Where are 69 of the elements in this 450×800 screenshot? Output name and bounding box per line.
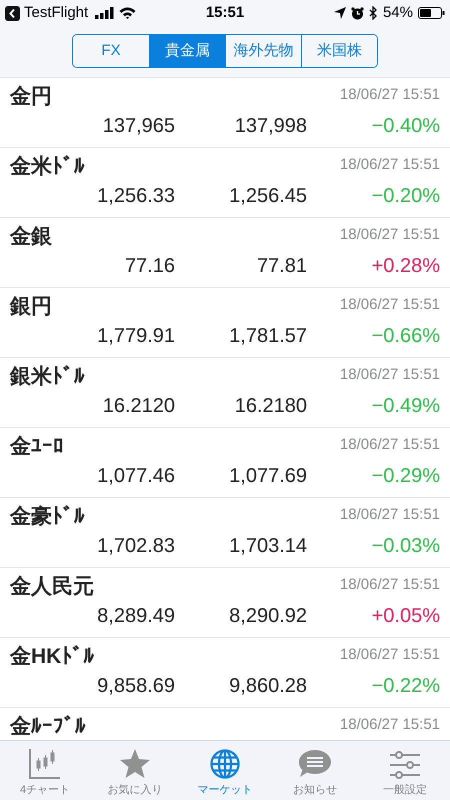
change-percent: −0.20%	[370, 184, 440, 209]
instrument-name[interactable]: 金銀	[10, 224, 52, 250]
change-percent: −0.03%	[370, 534, 440, 559]
bid-price: 8,289.49	[96, 604, 175, 629]
update-time: 18/06/27 15:51	[340, 155, 440, 175]
ask-price: 77.81	[256, 254, 307, 279]
globe-icon	[210, 749, 240, 779]
segment-tab[interactable]: 貴金属	[149, 35, 225, 67]
back-app-label[interactable]: TestFlight	[24, 2, 88, 24]
instrument-name[interactable]: 金ﾙｰﾌﾞﾙ	[10, 714, 86, 740]
ask-price: 16.2180	[234, 394, 307, 419]
bid-price: 16.2120	[102, 394, 175, 419]
ask-price: 1,703.14	[228, 534, 307, 559]
update-time: 18/06/27 15:51	[340, 575, 440, 595]
change-percent: −0.66%	[370, 324, 440, 349]
update-time: 18/06/27 15:51	[340, 645, 440, 665]
bid-price: 1,702.83	[96, 534, 175, 559]
update-time: 18/06/27 15:51	[340, 295, 440, 315]
candlestick-chart-icon	[29, 749, 61, 779]
location-arrow-icon	[334, 7, 346, 19]
update-time: 18/06/27 15:51	[340, 435, 440, 455]
back-icon[interactable]	[5, 6, 20, 20]
bluetooth-icon	[368, 6, 378, 20]
bid-price: 1,077.46	[96, 464, 175, 489]
bid-price: 77.16	[124, 254, 175, 279]
signal-icon	[95, 7, 116, 19]
change-percent: +0.05%	[370, 604, 440, 629]
tab-bar-item[interactable]: 一般設定	[360, 741, 450, 800]
update-time: 18/06/27 15:51	[340, 85, 440, 105]
update-time: 18/06/27 15:51	[340, 715, 440, 735]
update-time: 18/06/27 15:51	[340, 365, 440, 385]
change-percent: −0.22%	[370, 674, 440, 699]
instrument-name[interactable]: 銀円	[10, 294, 52, 320]
instrument-name[interactable]: 金円	[10, 84, 52, 110]
battery-percent: 54%	[382, 2, 413, 23]
instrument-name[interactable]: 金人民元	[10, 574, 94, 600]
bid-price: 9,858.69	[96, 674, 175, 699]
change-percent: −0.40%	[370, 114, 440, 139]
speech-bubble-icon	[298, 749, 332, 779]
ask-price: 9,860.28	[228, 674, 307, 699]
change-percent: +0.28%	[370, 254, 440, 279]
ask-price: 1,077.69	[228, 464, 307, 489]
instrument-name[interactable]: 金HKﾄﾞﾙ	[10, 644, 94, 670]
alarm-clock-icon	[350, 6, 364, 20]
instrument-name[interactable]: 銀米ﾄﾞﾙ	[10, 364, 85, 390]
change-percent: −0.29%	[370, 464, 440, 489]
segment-tab[interactable]: 米国株	[301, 35, 377, 67]
ask-price: 137,998	[234, 114, 307, 139]
bid-price: 1,779.91	[96, 324, 175, 349]
instrument-name[interactable]: 金豪ﾄﾞﾙ	[10, 504, 85, 530]
tab-bar-item[interactable]: お知らせ	[270, 741, 360, 800]
sliders-icon	[390, 751, 420, 779]
ask-price: 8,290.92	[228, 604, 307, 629]
tab-bar-item[interactable]: マーケット	[180, 741, 270, 800]
instrument-name[interactable]: 金ﾕｰﾛ	[10, 434, 64, 460]
bid-price: 1,256.33	[96, 184, 175, 209]
wifi-icon	[119, 7, 136, 19]
update-time: 18/06/27 15:51	[340, 225, 440, 245]
ask-price: 1,256.45	[228, 184, 307, 209]
change-percent: −0.49%	[370, 394, 440, 419]
tab-bar-item[interactable]: 4チャート	[0, 741, 90, 800]
tab-bar-item[interactable]: お気に入り	[90, 741, 180, 800]
battery-icon	[418, 7, 445, 19]
star-icon	[119, 749, 151, 779]
instrument-name[interactable]: 金米ﾄﾞﾙ	[10, 154, 85, 180]
update-time: 18/06/27 15:51	[340, 505, 440, 525]
bid-price: 137,965	[102, 114, 175, 139]
ask-price: 1,781.57	[228, 324, 307, 349]
clock-time: 15:51	[204, 2, 246, 23]
